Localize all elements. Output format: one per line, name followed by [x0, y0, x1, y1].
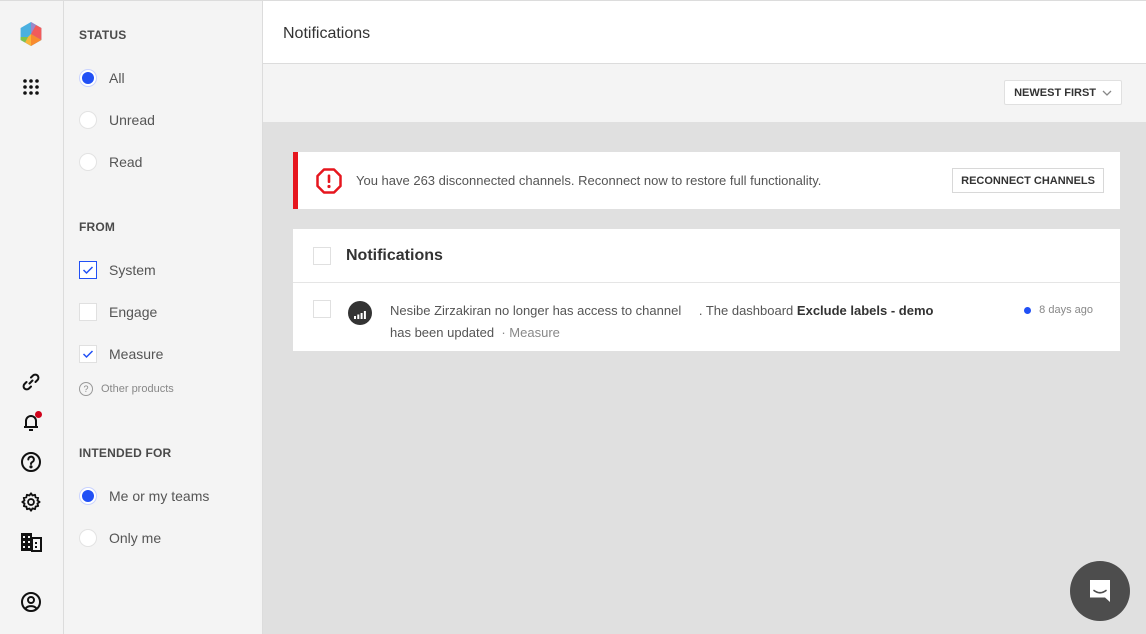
notification-time: 8 days ago — [1024, 304, 1093, 316]
option-label: All — [109, 70, 125, 86]
notification-text-part: . The dashboard — [698, 303, 794, 318]
checkbox[interactable] — [79, 303, 97, 321]
chat-launcher-button[interactable] — [1070, 561, 1130, 621]
notification-badge — [35, 411, 42, 418]
alert-message: You have 263 disconnected channels. Reco… — [356, 173, 822, 188]
select-all-checkbox[interactable] — [313, 246, 331, 265]
disconnected-channels-alert: You have 263 disconnected channels. Reco… — [293, 152, 1120, 209]
from-option-engage[interactable]: Engage — [79, 302, 157, 322]
checkbox-checked[interactable] — [79, 345, 97, 363]
radio[interactable] — [79, 111, 97, 129]
filters-panel: STATUS All Unread Read FROM System Engag… — [64, 0, 263, 634]
unread-dot — [1024, 306, 1032, 314]
question-icon: ? — [79, 382, 93, 396]
separator: · — [497, 325, 510, 340]
notification-source: Measure — [509, 325, 560, 340]
option-label: Me or my teams — [109, 488, 210, 504]
checkbox-checked[interactable] — [79, 261, 97, 279]
status-section-title: STATUS — [79, 28, 127, 42]
option-label: Only me — [109, 530, 162, 546]
other-products-label: Other products — [101, 383, 174, 395]
status-option-all[interactable]: All — [79, 68, 125, 88]
notification-text-part: has been updated — [390, 325, 495, 340]
option-label: Unread — [109, 112, 155, 128]
chat-icon — [1090, 580, 1110, 602]
notification-text: Nesibe Zirzakiran no longer has access t… — [390, 300, 950, 344]
help-icon[interactable] — [20, 451, 42, 473]
status-option-read[interactable]: Read — [79, 152, 142, 172]
measure-product-icon — [348, 301, 372, 325]
radio-selected[interactable] — [79, 69, 97, 87]
option-label: System — [109, 262, 156, 278]
radio-selected[interactable] — [79, 487, 97, 505]
icon-rail — [0, 0, 64, 634]
notifications-list: Notifications Nesibe Zirzakiran no longe… — [293, 229, 1120, 351]
list-header: Notifications — [293, 229, 1120, 283]
list-title: Notifications — [346, 246, 443, 264]
warning-octagon-icon — [316, 167, 342, 194]
option-label: Read — [109, 154, 143, 170]
notification-row[interactable]: Nesibe Zirzakiran no longer has access t… — [293, 283, 1120, 351]
check-icon — [82, 350, 94, 359]
other-products-link[interactable]: ? Other products — [79, 382, 174, 396]
radio[interactable] — [79, 153, 97, 171]
intended-option-me-or-teams[interactable]: Me or my teams — [79, 486, 209, 506]
from-option-system[interactable]: System — [79, 260, 156, 280]
toolbar: NEWEST FIRST — [263, 64, 1146, 122]
logo-icon[interactable] — [17, 20, 45, 48]
sort-label: NEWEST FIRST — [1014, 86, 1096, 99]
from-section-title: FROM — [79, 220, 116, 234]
dashboard-name[interactable]: Exclude labels - demo — [797, 303, 934, 318]
option-label: Measure — [109, 346, 164, 362]
link-icon[interactable] — [20, 371, 42, 393]
intended-option-only-me[interactable]: Only me — [79, 528, 161, 548]
page-header: Notifications — [263, 0, 1146, 64]
intended-for-section-title: INTENDED FOR — [79, 446, 172, 460]
from-option-measure[interactable]: Measure — [79, 344, 163, 364]
time-label: 8 days ago — [1039, 304, 1093, 316]
option-label: Engage — [109, 304, 158, 320]
notification-text-part: Nesibe Zirzakiran no longer has access t… — [390, 303, 682, 318]
account-icon[interactable] — [20, 591, 42, 613]
page-title: Notifications — [283, 25, 371, 42]
bell-icon[interactable] — [20, 411, 42, 433]
settings-icon[interactable] — [20, 491, 42, 513]
reconnect-channels-button[interactable]: RECONNECT CHANNELS — [952, 168, 1104, 193]
check-icon — [82, 266, 94, 275]
organization-icon[interactable] — [20, 531, 42, 553]
status-option-unread[interactable]: Unread — [79, 110, 155, 130]
row-checkbox[interactable] — [313, 300, 331, 318]
chevron-down-icon — [1102, 90, 1112, 96]
apps-grid-icon[interactable] — [20, 76, 42, 98]
sort-dropdown[interactable]: NEWEST FIRST — [1004, 80, 1122, 105]
radio[interactable] — [79, 529, 97, 547]
